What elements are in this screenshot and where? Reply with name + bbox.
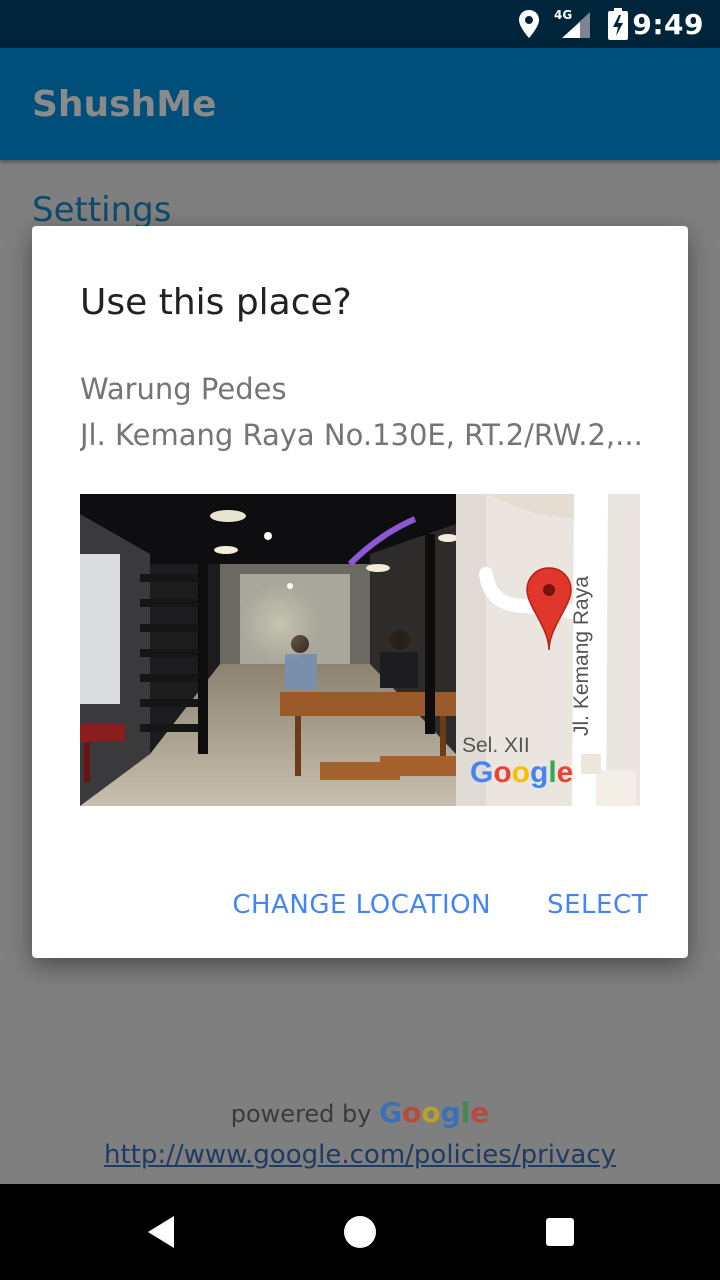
- navigation-bar: [0, 1184, 720, 1280]
- status-bar: 4G 9:49: [0, 0, 720, 48]
- place-photo: [80, 494, 456, 806]
- home-icon[interactable]: [344, 1216, 376, 1248]
- battery-charging-icon: [608, 8, 628, 40]
- app-title: ShushMe: [32, 84, 217, 125]
- attribution-prefix: powered by: [230, 1100, 372, 1128]
- privacy-policy-link[interactable]: http://www.google.com/policies/privacy: [0, 1140, 720, 1170]
- map-area-label: Sel. XII: [462, 734, 530, 757]
- change-location-button[interactable]: CHANGE LOCATION: [232, 890, 491, 920]
- map-street-label: Jl. Kemang Raya: [570, 576, 593, 736]
- use-place-dialog: Use this place? Warung Pedes Jl. Kemang …: [32, 226, 688, 958]
- network-type: 4G: [554, 8, 573, 22]
- map-google-logo: Google: [470, 756, 573, 789]
- back-icon[interactable]: [144, 1214, 180, 1250]
- place-name: Warung Pedes: [80, 372, 287, 406]
- location-icon: [519, 10, 539, 38]
- place-map[interactable]: Jl. Kemang Raya Sel. XII Google: [456, 494, 640, 806]
- signal-icon: 4G: [554, 8, 594, 40]
- dialog-title: Use this place?: [80, 282, 352, 323]
- clock: 9:49: [632, 8, 704, 41]
- select-button[interactable]: SELECT: [547, 890, 648, 920]
- google-logo: Google: [379, 1096, 490, 1129]
- place-address: Jl. Kemang Raya No.130E, RT.2/RW.2,...: [80, 418, 640, 452]
- app-bar: ShushMe: [0, 48, 720, 160]
- dialog-actions: CHANGE LOCATION SELECT: [232, 890, 648, 920]
- settings-heading: Settings: [32, 190, 172, 230]
- status-icons: 4G: [518, 8, 628, 40]
- recent-apps-icon[interactable]: [546, 1218, 574, 1246]
- powered-by-google: powered by Google: [0, 1096, 720, 1129]
